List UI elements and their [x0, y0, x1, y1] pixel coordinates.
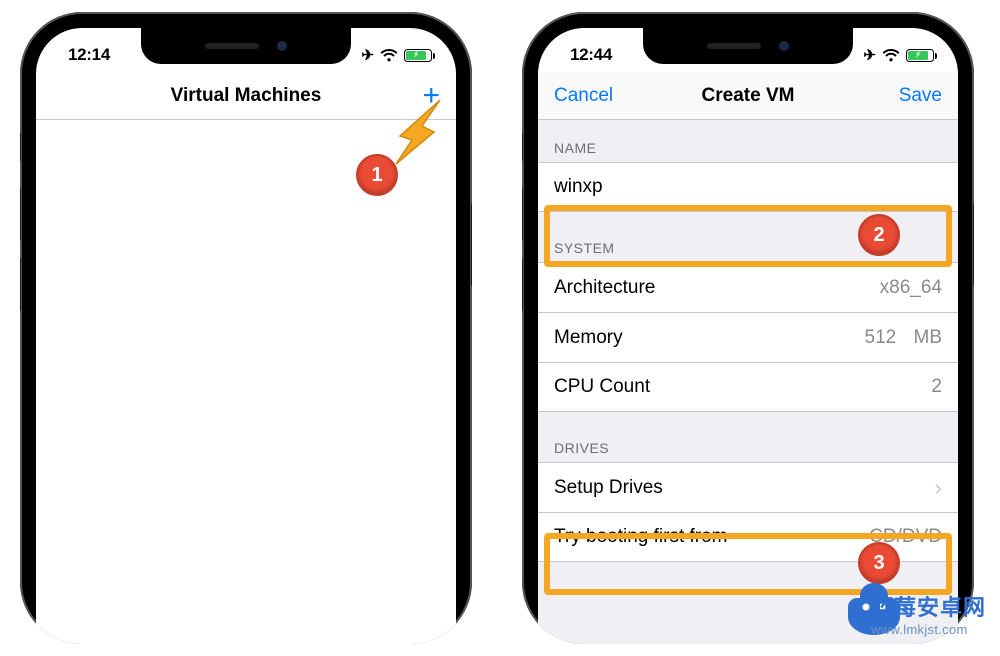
setup-drives-row[interactable]: Setup Drives › [538, 462, 958, 512]
chevron-right-icon: › [935, 475, 942, 501]
memory-value: 512 [865, 327, 897, 349]
power-button [471, 202, 472, 287]
add-button[interactable]: + [422, 72, 440, 119]
callout-2: 2 [858, 214, 900, 256]
section-header-drives: DRIVES [538, 412, 958, 462]
battery-icon: ⚡︎ [906, 49, 934, 62]
watermark-brand: 蓝莓安卓网 [871, 590, 986, 622]
volume-down-button [522, 257, 523, 312]
architecture-row[interactable]: Architecture x86_64 [538, 262, 958, 312]
airplane-mode-icon: ✈︎ [361, 46, 374, 64]
silence-switch [522, 132, 523, 162]
notch [141, 28, 351, 64]
row-label: Memory [554, 327, 623, 349]
status-time: 12:14 [44, 45, 110, 65]
memory-unit: MB [914, 327, 943, 349]
volume-down-button [20, 257, 21, 312]
row-value: 2 [931, 376, 942, 398]
page-title: Create VM [702, 85, 795, 107]
plus-icon: + [422, 81, 440, 111]
vm-name-input[interactable] [554, 176, 942, 198]
callout-3: 3 [858, 542, 900, 584]
name-row[interactable] [538, 162, 958, 212]
cancel-button[interactable]: Cancel [554, 72, 613, 119]
page-title: Virtual Machines [171, 85, 322, 107]
phone-left: 12:14 ✈︎ ⚡︎ Virtual Machines + [20, 12, 472, 644]
power-button [973, 202, 974, 287]
watermark-text: 蓝莓安卓网 www.lmkjst.com [871, 590, 986, 637]
wifi-icon [882, 49, 900, 62]
cpu-count-row[interactable]: CPU Count 2 [538, 362, 958, 412]
volume-up-button [522, 187, 523, 242]
volume-up-button [20, 187, 21, 242]
row-label: Architecture [554, 277, 655, 299]
row-label: CPU Count [554, 376, 650, 398]
watermark-url: www.lmkjst.com [871, 622, 986, 637]
phone-right: 12:44 ✈︎ ⚡︎ Cancel Create VM Save NAME [522, 12, 974, 644]
callout-1: 1 [356, 154, 398, 196]
save-button[interactable]: Save [899, 72, 942, 119]
section-header-name: NAME [538, 120, 958, 162]
notch [643, 28, 853, 64]
wifi-icon [380, 49, 398, 62]
airplane-mode-icon: ✈︎ [863, 46, 876, 64]
empty-list [36, 120, 456, 644]
silence-switch [20, 132, 21, 162]
row-label: Try booting first from [554, 526, 728, 548]
row-value: x86_64 [880, 277, 942, 299]
navbar-right: Cancel Create VM Save [538, 72, 958, 120]
row-label: Setup Drives [554, 477, 663, 499]
memory-row[interactable]: Memory 512 MB [538, 312, 958, 362]
battery-icon: ⚡︎ [404, 49, 432, 62]
navbar-left: Virtual Machines + [36, 72, 456, 120]
status-time: 12:44 [546, 45, 612, 65]
